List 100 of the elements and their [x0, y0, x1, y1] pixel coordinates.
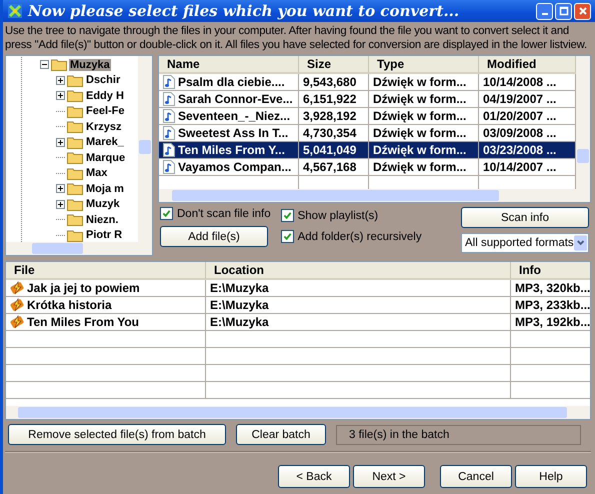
folder-icon [67, 166, 83, 180]
expand-icon[interactable] [56, 76, 65, 85]
remove-button[interactable]: Remove selected file(s) from batch [8, 424, 226, 445]
expand-icon[interactable] [56, 138, 65, 147]
folder-icon [51, 58, 67, 72]
wizard-button[interactable]: Cancel [440, 465, 512, 488]
tree-item[interactable]: Moja m [85, 182, 125, 195]
table-cell: MP3, 233kb... [511, 297, 590, 314]
column-header[interactable]: File [6, 262, 206, 280]
folder-icon [67, 136, 83, 149]
folder-icon [67, 74, 83, 87]
tree-item[interactable]: Muzyk [85, 198, 121, 210]
checkbox[interactable] [160, 207, 173, 220]
horizontal-scrollbar[interactable] [159, 189, 590, 202]
table-cell[interactable]: Ten Miles From Y... [159, 142, 299, 159]
lightning-file-icon [10, 281, 24, 295]
column-header[interactable]: Modified [479, 56, 576, 74]
tree-item[interactable]: Niezn. [85, 214, 120, 226]
add-files-button[interactable]: Add file(s) [160, 226, 268, 247]
minimize-button[interactable] [536, 2, 553, 20]
wizard-button[interactable]: Next > [353, 465, 425, 488]
table-cell: Dźwięk w form... [369, 74, 479, 91]
horizontal-scrollbar[interactable] [6, 406, 590, 419]
music-file-icon [163, 92, 175, 106]
table-cell: Dźwięk w form... [369, 142, 479, 159]
collapse-icon[interactable] [40, 60, 50, 70]
checkbox[interactable] [280, 230, 294, 243]
table-cell[interactable]: Ten Miles From You [6, 314, 206, 331]
expand-icon[interactable] [56, 200, 65, 209]
table-cell: Dźwięk w form... [369, 91, 479, 108]
maximize-button[interactable] [555, 2, 572, 20]
wizard-button[interactable]: Help [515, 465, 587, 488]
tree-item[interactable]: Marek_ [85, 136, 125, 148]
table-cell: E:\Muzyka [206, 314, 511, 331]
folder-icon [67, 120, 83, 134]
folder-icon [67, 104, 83, 118]
folder-icon [67, 151, 83, 164]
checkbox-label[interactable]: Add folder(s) recursively [298, 230, 422, 242]
batch-status: 3 file(s) in the batch [336, 424, 581, 444]
tree-item[interactable]: Piotr R [85, 229, 124, 242]
table-cell: Dźwięk w form... [369, 108, 479, 125]
table-cell[interactable]: Sarah Connor-Eve... [159, 91, 299, 108]
music-file-icon [163, 109, 175, 123]
tree-item[interactable]: Eddy H [85, 90, 125, 102]
tree-item[interactable]: Krzysz [85, 120, 122, 133]
checkbox[interactable] [280, 209, 294, 222]
table-cell[interactable]: Krótka historia [6, 297, 206, 314]
table-cell: 9,543,680 [299, 74, 369, 91]
table-cell: MP3, 192kb... [511, 314, 590, 331]
format-dropdown[interactable]: All supported formats [461, 233, 589, 253]
window-title: Now please select files which you want to convert... [28, 2, 460, 20]
scan-info-button[interactable]: Scan info [461, 207, 589, 228]
music-file-icon [163, 126, 175, 140]
close-button[interactable] [574, 2, 591, 20]
music-file-icon [163, 75, 175, 89]
column-header[interactable]: Location [206, 262, 511, 280]
tree-item[interactable]: Feel-Fe [85, 105, 126, 118]
vertical-scrollbar[interactable] [576, 56, 590, 189]
table-cell: 4,567,168 [299, 159, 369, 176]
tree-item[interactable]: Max [85, 167, 108, 180]
music-file-icon [163, 160, 175, 174]
tree-item[interactable]: Muzyka [69, 58, 111, 71]
vertical-scrollbar[interactable] [138, 56, 152, 242]
table-cell: 5,041,049 [299, 142, 369, 159]
table-cell[interactable]: Vayamos Compan... [159, 159, 299, 176]
table-cell: Dźwięk w form... [369, 159, 479, 176]
table-cell[interactable]: Psalm dla ciebie.... [159, 74, 299, 91]
maximize-icon [558, 6, 568, 16]
column-header[interactable]: Size [299, 56, 369, 74]
checkbox-label[interactable]: Don't scan file info [177, 208, 271, 220]
table-cell: 03/23/2008 ... [479, 142, 576, 159]
folder-icon [67, 213, 83, 226]
lightning-file-icon [10, 315, 24, 329]
music-file-icon [163, 143, 175, 157]
horizontal-scrollbar[interactable] [6, 242, 152, 255]
minimize-icon [542, 13, 548, 15]
instructions-text: Use the tree to navigate through the files in your computer. After having found the file you want to convert select it and press "Add file(s)" button or double-click on it. All files you have selected for conversion are displayed in the lower listview. [5, 24, 588, 52]
table-cell: 3,928,192 [299, 108, 369, 125]
column-header[interactable]: Type [369, 56, 479, 74]
close-icon [578, 6, 588, 16]
clear-batch-button[interactable]: Clear batch [236, 424, 326, 445]
column-header[interactable]: Info [511, 262, 590, 280]
tree-item[interactable]: Marque [85, 152, 126, 164]
expand-icon[interactable] [56, 184, 65, 194]
lightning-file-icon [10, 298, 24, 312]
app-icon [7, 3, 23, 19]
expand-icon[interactable] [56, 91, 65, 100]
table-cell: MP3, 320kb... [511, 280, 590, 297]
folder-icon [67, 89, 83, 102]
table-cell: E:\Muzyka [206, 280, 511, 297]
folder-icon [67, 182, 83, 196]
table-cell: 6,151,922 [299, 91, 369, 108]
table-cell[interactable]: Jak ja jej to powiem [6, 280, 206, 297]
folder-icon [67, 198, 83, 211]
wizard-button[interactable]: < Back [278, 465, 350, 488]
table-cell[interactable]: Seventeen_-_Niez... [159, 108, 299, 125]
column-header[interactable]: Name [159, 56, 299, 74]
table-cell: E:\Muzyka [206, 297, 511, 314]
tree-item[interactable]: Dschir [85, 74, 122, 86]
checkbox-label[interactable]: Show playlist(s) [298, 210, 378, 222]
